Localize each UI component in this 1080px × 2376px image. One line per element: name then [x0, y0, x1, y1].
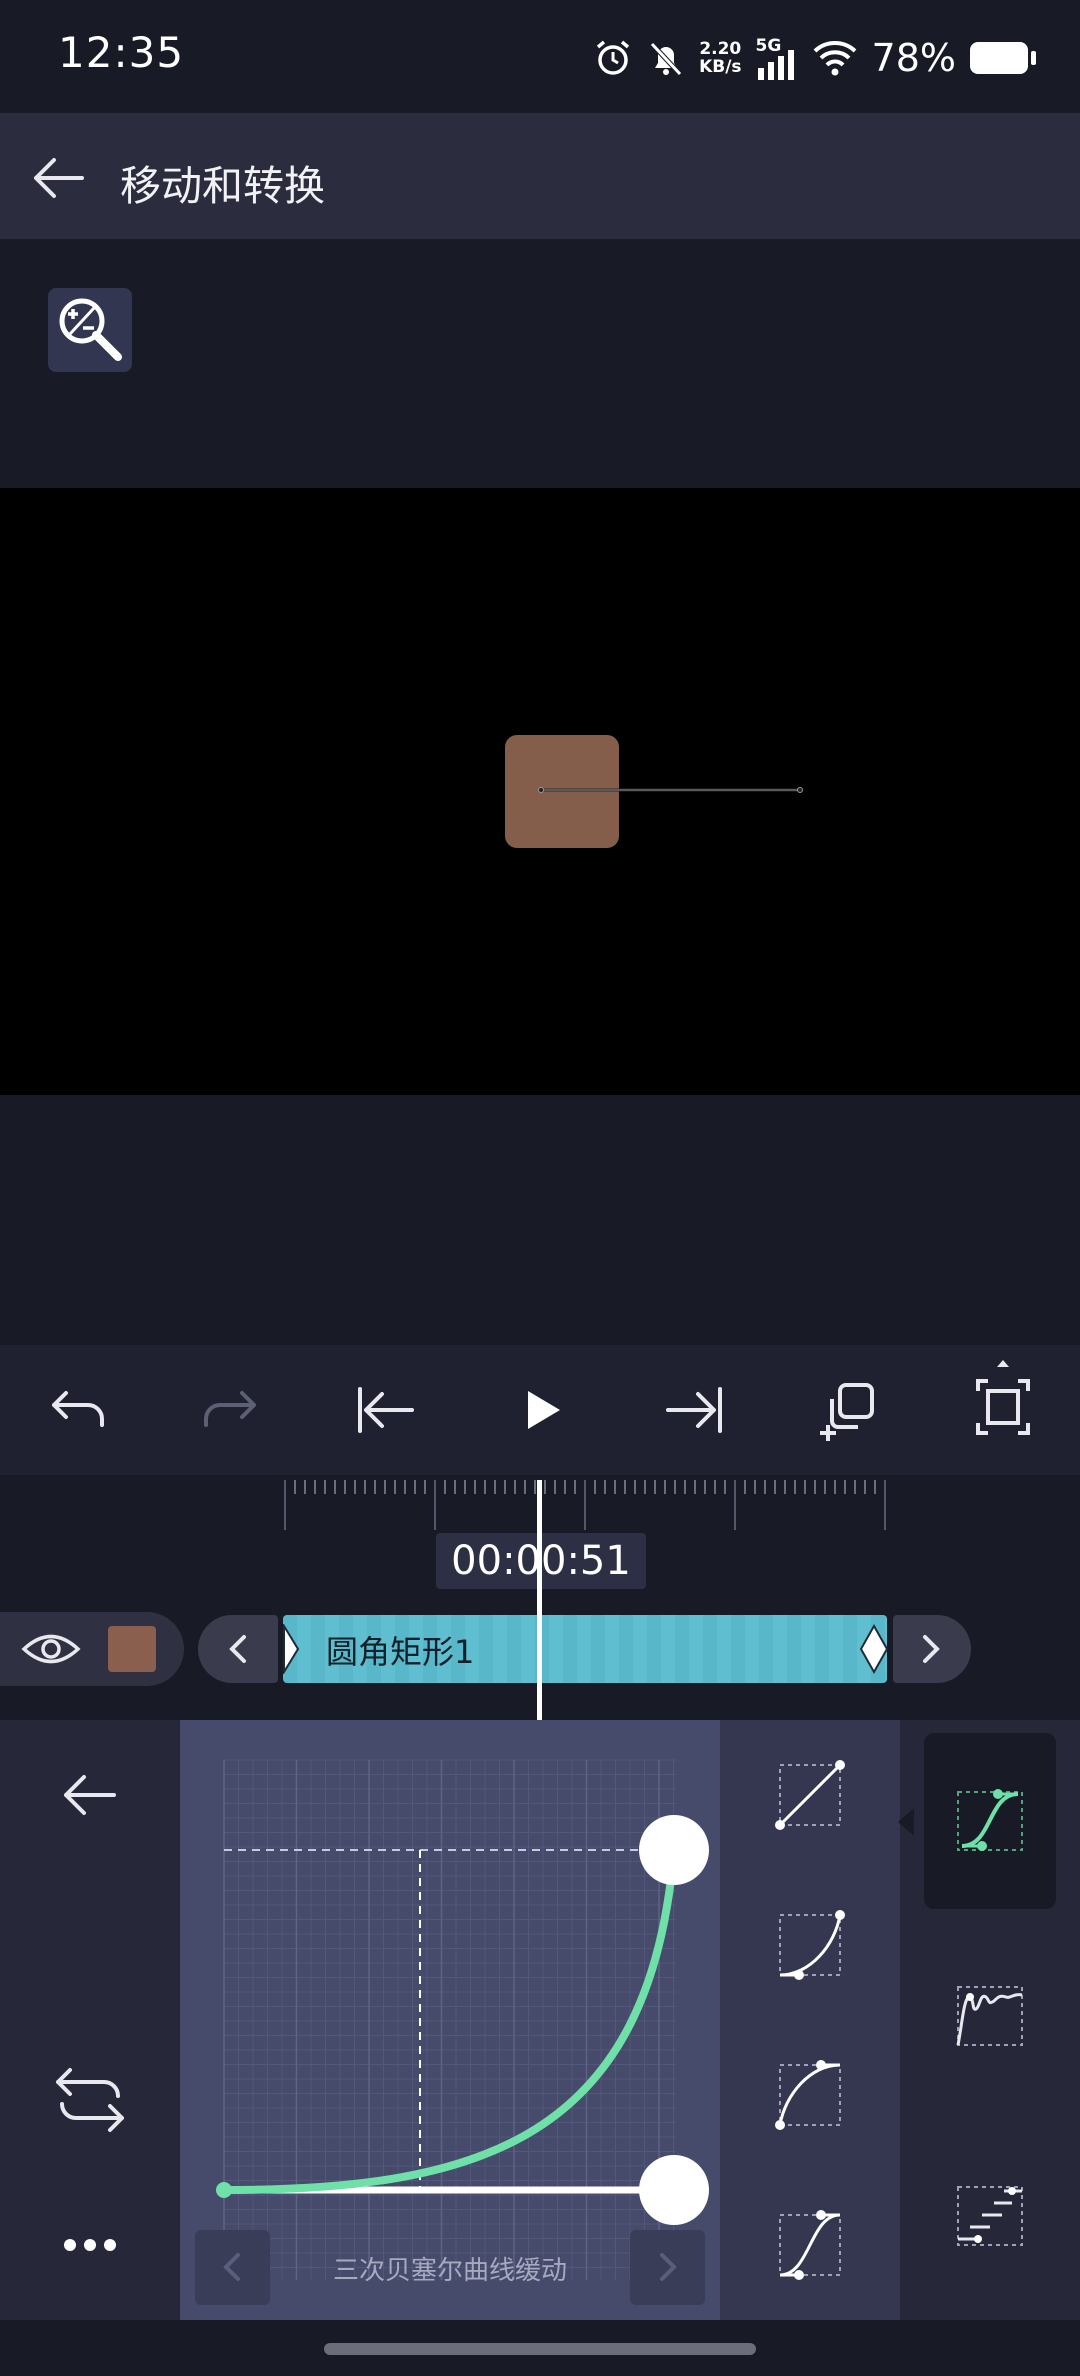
duplicate-icon[interactable]: [814, 1375, 884, 1445]
status-time: 12:35: [58, 28, 185, 77]
prev-curve-button[interactable]: [195, 2230, 270, 2305]
page-title: 移动和转换: [120, 162, 325, 210]
play-icon[interactable]: [506, 1375, 576, 1445]
steps-category-icon[interactable]: [950, 2175, 1030, 2255]
arrow-left-icon[interactable]: [28, 148, 88, 208]
ease-in-out-curve-icon[interactable]: [765, 2200, 855, 2290]
chevron-left-icon: [223, 2253, 240, 2281]
chevron-left-icon: [229, 1635, 246, 1663]
playhead[interactable]: [537, 1480, 542, 1720]
zoom-button[interactable]: [48, 288, 132, 372]
ease-in-curve-icon[interactable]: [765, 1900, 855, 1990]
next-curve-button[interactable]: [630, 2230, 705, 2305]
eye-icon[interactable]: [20, 1628, 82, 1670]
signal-group: 5G: [756, 36, 798, 80]
undo-icon[interactable]: [42, 1375, 112, 1445]
chevron-right-icon: [923, 1635, 940, 1663]
motion-path[interactable]: [538, 787, 803, 794]
redo-icon[interactable]: [196, 1375, 266, 1445]
fullscreen-icon[interactable]: [968, 1355, 1038, 1445]
prev-keyframe-button[interactable]: [198, 1615, 278, 1683]
arrow-left-icon[interactable]: [50, 1760, 130, 1830]
signal-icon: [757, 50, 794, 80]
net-speed-value: 2.20: [699, 39, 742, 59]
net-speed: 2.20 KB/s: [699, 40, 741, 76]
chevron-right-icon: [660, 2253, 677, 2281]
bell-off-icon: [650, 42, 682, 76]
swap-icon[interactable]: [50, 2060, 130, 2140]
keyframe-start-marker[interactable]: [281, 1624, 301, 1674]
wifi-icon: [813, 41, 856, 76]
battery-percent: 78%: [871, 36, 956, 80]
alarm-icon: [596, 40, 630, 75]
ease-out-curve-icon[interactable]: [765, 2050, 855, 2140]
layer-color-swatch[interactable]: [108, 1626, 156, 1672]
category-pointer: [898, 1808, 914, 1836]
next-keyframe-button[interactable]: [893, 1615, 971, 1683]
linear-curve-icon[interactable]: [765, 1750, 855, 1840]
net-speed-unit: KB/s: [699, 57, 742, 77]
clip-label: 圆角矩形1: [326, 1633, 475, 1671]
more-icon[interactable]: [50, 2210, 130, 2280]
status-icons: 2.20 KB/s 5G 78%: [593, 30, 1036, 86]
bezier-category-icon[interactable]: [950, 1780, 1030, 1860]
timeline-ruler[interactable]: [282, 1478, 888, 1536]
skip-to-end-icon[interactable]: [660, 1375, 730, 1445]
bounce-category-icon[interactable]: [950, 1975, 1030, 2055]
keyframe-end-marker[interactable]: [859, 1624, 889, 1674]
home-indicator[interactable]: [324, 2343, 756, 2355]
battery-icon: [970, 42, 1036, 74]
zoom-in-out-icon: [59, 298, 122, 361]
skip-to-start-icon[interactable]: [350, 1375, 420, 1445]
curve-name: 三次贝塞尔曲线缓动: [332, 2256, 567, 2286]
